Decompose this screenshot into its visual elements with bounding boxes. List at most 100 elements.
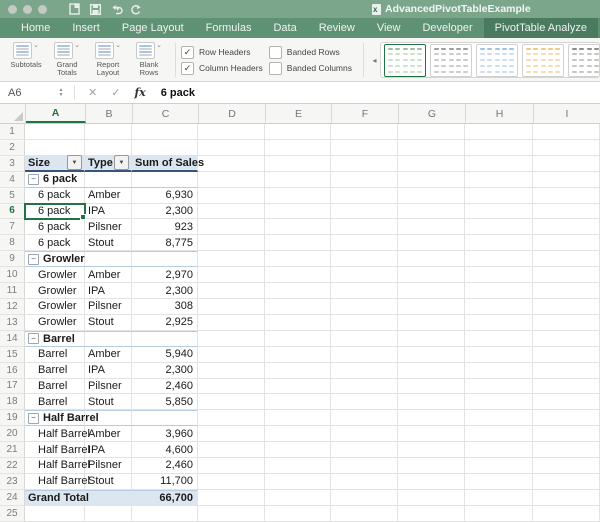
cell-E14[interactable] <box>265 331 331 347</box>
cell-F21[interactable] <box>331 442 398 458</box>
row-header-17[interactable]: 17 <box>0 379 25 395</box>
cell-F24[interactable] <box>331 490 398 506</box>
cell-H25[interactable] <box>465 506 533 522</box>
row-header-21[interactable]: 21 <box>0 442 25 458</box>
cell-D21[interactable] <box>198 442 265 458</box>
cell-A12[interactable]: Growler <box>25 299 85 315</box>
cell-C21[interactable]: 4,600 <box>132 442 198 458</box>
cell-A24[interactable]: Grand Total <box>25 490 85 506</box>
tab-page-layout[interactable]: Page Layout <box>111 18 195 38</box>
cell-F23[interactable] <box>331 474 398 490</box>
cell-E19[interactable] <box>265 410 331 426</box>
cell-H8[interactable] <box>465 235 533 251</box>
tab-review[interactable]: Review <box>308 18 366 38</box>
cell-A1[interactable] <box>25 124 85 140</box>
cell-I1[interactable] <box>533 124 600 140</box>
cell-D24[interactable] <box>198 490 265 506</box>
cell-I5[interactable] <box>533 188 600 204</box>
cell-A14[interactable]: −Barrel <box>25 331 85 347</box>
new-workbook-icon[interactable] <box>69 3 80 15</box>
tab-data[interactable]: Data <box>262 18 307 38</box>
collapse-group-button[interactable]: − <box>28 413 39 424</box>
cell-D1[interactable] <box>198 124 265 140</box>
cell-I8[interactable] <box>533 235 600 251</box>
cell-F15[interactable] <box>331 347 398 363</box>
cell-E15[interactable] <box>265 347 331 363</box>
cell-B7[interactable]: Pilsner <box>85 219 132 235</box>
row-header-8[interactable]: 8 <box>0 235 25 251</box>
row-header-9[interactable]: 9 <box>0 251 25 267</box>
cell-H2[interactable] <box>465 140 533 156</box>
cell-B24[interactable] <box>85 490 132 506</box>
cell-E20[interactable] <box>265 426 331 442</box>
cell-I2[interactable] <box>533 140 600 156</box>
cell-B8[interactable]: Stout <box>85 235 132 251</box>
cell-F19[interactable] <box>331 410 398 426</box>
cell-C13[interactable]: 2,925 <box>132 315 198 331</box>
cell-G9[interactable] <box>398 251 465 267</box>
cell-B5[interactable]: Amber <box>85 188 132 204</box>
collapse-group-button[interactable]: − <box>28 333 39 344</box>
row-header-22[interactable]: 22 <box>0 458 25 474</box>
cell-E3[interactable] <box>265 156 331 172</box>
cell-F4[interactable] <box>331 172 398 188</box>
cell-A21[interactable]: Half Barrel <box>25 442 85 458</box>
cell-H7[interactable] <box>465 219 533 235</box>
cell-C19[interactable] <box>132 410 198 426</box>
cell-G6[interactable] <box>398 204 465 220</box>
cell-A17[interactable]: Barrel <box>25 379 85 395</box>
cell-E18[interactable] <box>265 394 331 410</box>
cell-I16[interactable] <box>533 363 600 379</box>
cell-I25[interactable] <box>533 506 600 522</box>
cell-G14[interactable] <box>398 331 465 347</box>
zoom-button[interactable] <box>38 5 47 14</box>
cell-E25[interactable] <box>265 506 331 522</box>
cell-A20[interactable]: Half Barrel <box>25 426 85 442</box>
cell-I22[interactable] <box>533 458 600 474</box>
cell-I13[interactable] <box>533 315 600 331</box>
checkbox-banded-rows[interactable]: Banded Rows <box>269 46 352 59</box>
tab-home[interactable]: Home <box>10 18 61 38</box>
tab-insert[interactable]: Insert <box>61 18 111 38</box>
cell-E10[interactable] <box>265 267 331 283</box>
cell-I6[interactable] <box>533 204 600 220</box>
cell-I15[interactable] <box>533 347 600 363</box>
cell-C20[interactable]: 3,960 <box>132 426 198 442</box>
cell-E8[interactable] <box>265 235 331 251</box>
cell-H22[interactable] <box>465 458 533 474</box>
cell-A15[interactable]: Barrel <box>25 347 85 363</box>
cell-I10[interactable] <box>533 267 600 283</box>
cell-A2[interactable] <box>25 140 85 156</box>
redo-icon[interactable] <box>130 4 141 15</box>
cell-I17[interactable] <box>533 379 600 395</box>
tab-pivottable-analyze[interactable]: PivotTable Analyze <box>484 18 598 38</box>
cell-H15[interactable] <box>465 347 533 363</box>
cell-I19[interactable] <box>533 410 600 426</box>
formula-input[interactable]: 6 pack <box>153 82 195 103</box>
cell-B20[interactable]: Amber <box>85 426 132 442</box>
cell-I12[interactable] <box>533 299 600 315</box>
cell-G3[interactable] <box>398 156 465 172</box>
row-header-14[interactable]: 14 <box>0 331 25 347</box>
checkbox-banded-columns[interactable]: Banded Columns <box>269 62 352 75</box>
cell-B18[interactable]: Stout <box>85 394 132 410</box>
cell-C2[interactable] <box>132 140 198 156</box>
cell-C9[interactable] <box>132 251 198 267</box>
cell-B6[interactable]: IPA <box>85 204 132 220</box>
cell-D7[interactable] <box>198 219 265 235</box>
cell-F22[interactable] <box>331 458 398 474</box>
row-header-2[interactable]: 2 <box>0 140 25 156</box>
cell-F20[interactable] <box>331 426 398 442</box>
cell-I7[interactable] <box>533 219 600 235</box>
column-header-A[interactable]: A <box>26 104 86 123</box>
cell-A19[interactable]: −Half Barrel <box>25 410 85 426</box>
cell-G22[interactable] <box>398 458 465 474</box>
minimize-button[interactable] <box>23 5 32 14</box>
cell-C10[interactable]: 2,970 <box>132 267 198 283</box>
filter-dropdown-button[interactable]: ▼ <box>114 155 129 170</box>
cell-F11[interactable] <box>331 283 398 299</box>
cell-F10[interactable] <box>331 267 398 283</box>
row-header-4[interactable]: 4 <box>0 172 25 188</box>
cell-A4[interactable]: −6 pack <box>25 172 85 188</box>
cell-G8[interactable] <box>398 235 465 251</box>
